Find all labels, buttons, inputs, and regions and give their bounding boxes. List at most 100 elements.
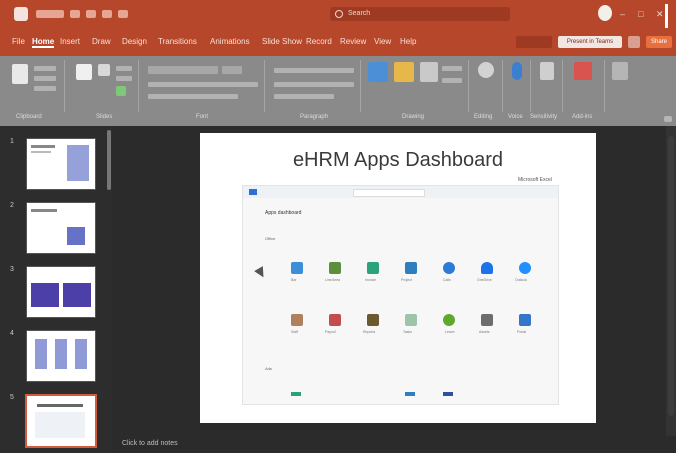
collapse-ribbon-icon[interactable]: [664, 116, 672, 122]
editor-scrollbar[interactable]: [666, 126, 676, 436]
app-tile-icon: [481, 314, 493, 326]
tab-home[interactable]: Home: [32, 37, 55, 48]
search-box[interactable]: Search: [330, 7, 510, 21]
tab-slide-show[interactable]: Slide Show: [262, 37, 302, 46]
quick-styles-icon[interactable]: [420, 62, 438, 82]
slide-number: 4: [10, 330, 14, 337]
customize-quick-access-icon[interactable]: [118, 10, 128, 18]
app-tile-icon: [291, 314, 303, 326]
font-name-select[interactable]: [148, 66, 218, 74]
tab-record[interactable]: Record: [306, 37, 332, 46]
slide-thumbnail-4[interactable]: [26, 330, 96, 382]
ribbon: Clipboard Slides Font Paragraph Drawing …: [0, 56, 676, 126]
share-button[interactable]: Share: [646, 36, 672, 48]
app-label: Calls: [443, 278, 451, 282]
sensitivity-label: Sensitivity: [530, 114, 558, 120]
arrange-icon[interactable]: [394, 62, 414, 82]
search-icon: [335, 10, 343, 18]
clipboard-group: [6, 60, 65, 112]
add-ins-icon[interactable]: [574, 62, 592, 80]
comments-icon[interactable]: [628, 36, 640, 48]
thumbnail-scrollbar[interactable]: [107, 130, 111, 190]
tab-design[interactable]: Design: [122, 37, 147, 46]
slides-label: Slides: [96, 114, 113, 120]
close-button[interactable]: ✕: [656, 9, 664, 20]
add-ins-group: [566, 60, 605, 112]
app-tile-icon: [367, 314, 379, 326]
app-tile-icon: [405, 262, 417, 274]
tab-view[interactable]: View: [374, 37, 391, 46]
tab-review[interactable]: Review: [340, 37, 366, 46]
app-tile-icon: [367, 262, 379, 274]
paragraph-label: Paragraph: [300, 114, 329, 120]
redo-icon[interactable]: [102, 10, 112, 18]
app-label: Payroll: [325, 330, 336, 334]
app-label: Tasks: [403, 330, 412, 334]
tab-draw[interactable]: Draw: [92, 37, 111, 46]
slide-number: 3: [10, 266, 14, 273]
editing-group: [472, 60, 503, 112]
notes-pane[interactable]: Click to add notes: [112, 436, 676, 453]
app-logo-icon: [249, 189, 257, 195]
slide-thumbnail-pane: 1 2 3 4 5: [0, 126, 112, 453]
section-icon[interactable]: [116, 86, 126, 96]
screenshot-section-1: Office: [265, 236, 276, 241]
avatar[interactable]: [598, 5, 612, 21]
app-tile-icon: [481, 262, 493, 274]
maximize-button[interactable]: □: [638, 9, 643, 19]
app-tile-icon: [443, 262, 455, 274]
app-tile-icon: [405, 314, 417, 326]
find-icon[interactable]: [478, 62, 494, 78]
new-slide-icon[interactable]: [76, 64, 92, 80]
reuse-slides-icon[interactable]: [98, 64, 110, 76]
slide-subtitle[interactable]: Microsoft Excel: [518, 177, 552, 183]
slide-title[interactable]: eHRM Apps Dashboard: [200, 149, 596, 172]
app-label: Outlook: [515, 278, 528, 282]
tab-transitions[interactable]: Transitions: [158, 37, 197, 46]
app-label: Portal: [517, 330, 527, 334]
voice-label: Voice: [508, 114, 523, 120]
app-label: Invoice: [365, 278, 377, 282]
title-bar: Search – □ ✕: [0, 0, 676, 28]
record-button[interactable]: [516, 36, 552, 48]
screenshot-search-box: [353, 189, 425, 197]
app-tile-icon: [329, 262, 341, 274]
drawing-group: [364, 60, 469, 112]
paste-icon[interactable]: [12, 64, 28, 84]
sensitivity-group: [534, 60, 563, 112]
tab-animations[interactable]: Animations: [210, 37, 250, 46]
tab-file[interactable]: File: [12, 37, 25, 46]
save-icon[interactable]: [70, 10, 80, 18]
minimize-button[interactable]: –: [620, 9, 625, 19]
shapes-icon[interactable]: [368, 62, 388, 82]
tab-help[interactable]: Help: [400, 37, 416, 46]
screenshot-heading: Apps dashboard: [265, 210, 302, 216]
app-label: OneDrive: [477, 278, 492, 282]
app-label: Staff: [291, 330, 299, 334]
sensitivity-icon[interactable]: [540, 62, 554, 80]
tab-insert[interactable]: Insert: [60, 37, 80, 46]
app-tile-icon: [443, 314, 455, 326]
slides-group: [68, 60, 139, 112]
paragraph-group: [268, 60, 361, 112]
undo-icon[interactable]: [86, 10, 96, 18]
autosave-toggle[interactable]: [36, 10, 64, 18]
embedded-screenshot[interactable]: Apps dashboard Office Ads Bar Line/Area …: [242, 185, 559, 405]
slide-thumbnail-5[interactable]: [25, 394, 97, 448]
designer-icon[interactable]: [612, 62, 628, 80]
present-in-teams-button[interactable]: Present in Teams: [558, 36, 622, 48]
notes-placeholder[interactable]: Click to add notes: [122, 440, 178, 447]
slide-thumbnail-2[interactable]: [26, 202, 96, 254]
app-label: Line/Area: [325, 278, 340, 282]
font-size-select[interactable]: [222, 66, 242, 74]
dictate-icon[interactable]: [512, 62, 522, 80]
app-tile-icon: [519, 262, 531, 274]
slide-thumbnail-1[interactable]: [26, 138, 96, 190]
app-label: Project: [401, 278, 412, 282]
clipboard-label: Clipboard: [16, 114, 42, 120]
app-label: Assets: [479, 330, 490, 334]
voice-group: [506, 60, 531, 112]
powerpoint-logo-icon: [14, 7, 28, 21]
app-label: Reports: [363, 330, 376, 334]
slide-thumbnail-3[interactable]: [26, 266, 96, 318]
